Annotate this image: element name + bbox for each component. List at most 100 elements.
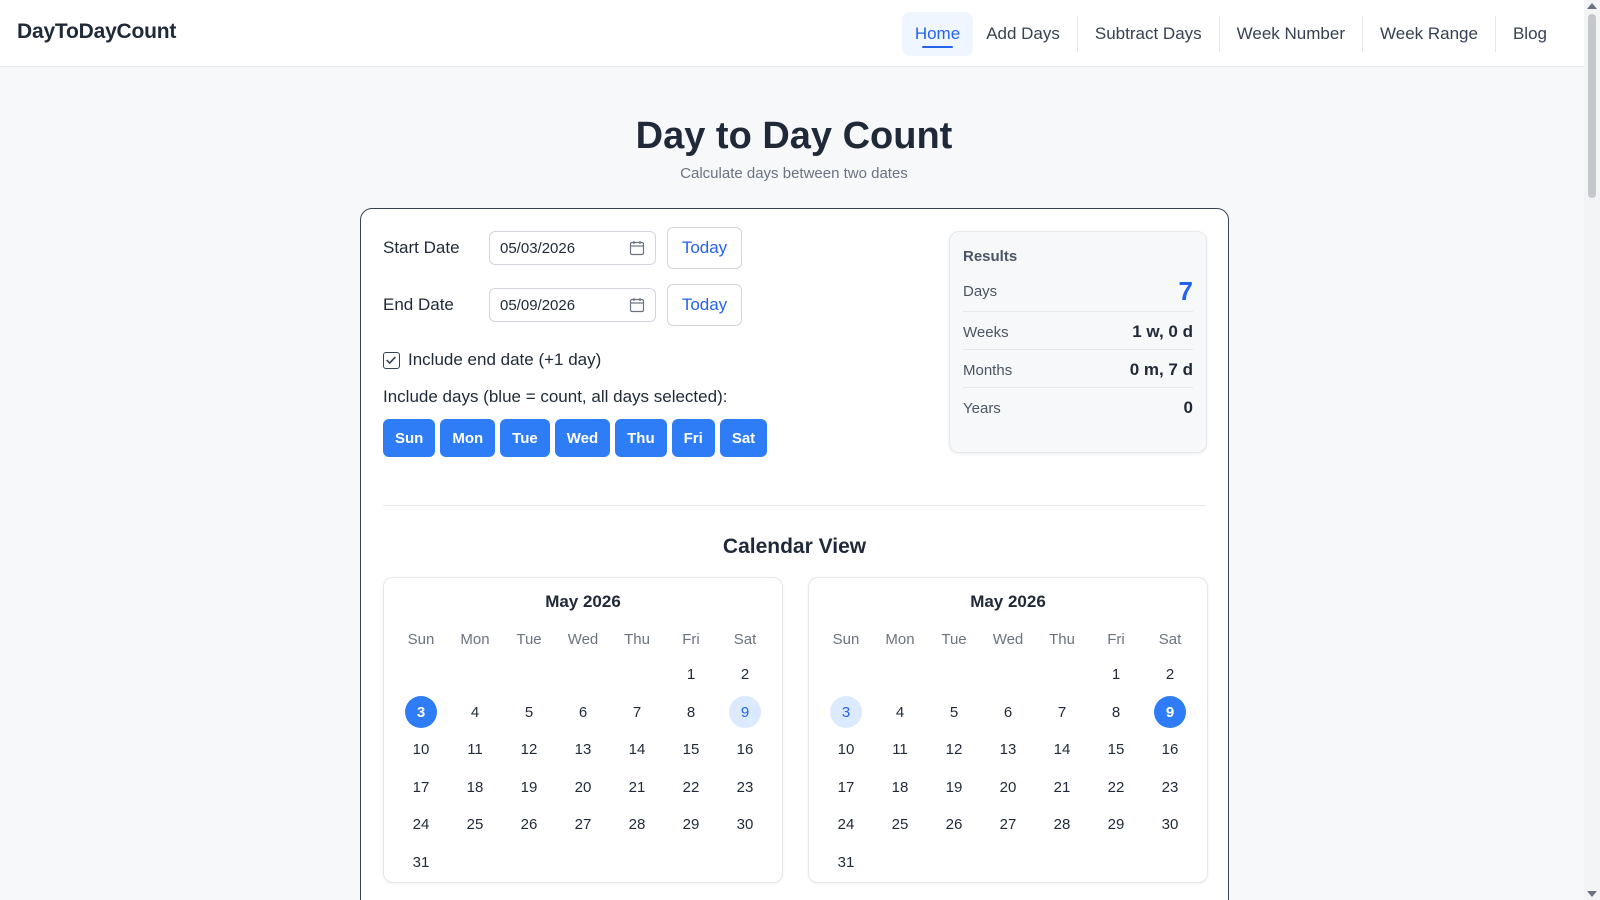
nav-blog[interactable]: Blog xyxy=(1500,12,1560,56)
day-cell[interactable]: 7 xyxy=(610,694,664,732)
day-cell[interactable]: 5 xyxy=(502,694,556,732)
day-cell[interactable]: 1 xyxy=(664,656,718,694)
start-today-button[interactable]: Today xyxy=(667,227,742,269)
day-cell[interactable]: 22 xyxy=(1089,769,1143,807)
day-cell[interactable]: 24 xyxy=(394,806,448,844)
calendar-icon[interactable] xyxy=(629,297,645,313)
day-cell[interactable]: 10 xyxy=(819,731,873,769)
day-cell[interactable]: 10 xyxy=(394,731,448,769)
start-date-label: Start Date xyxy=(383,238,460,257)
weekday-chip-tue[interactable]: Tue xyxy=(500,419,550,457)
day-cell[interactable]: 19 xyxy=(502,769,556,807)
day-cell[interactable]: 3 xyxy=(819,694,873,732)
day-cell[interactable]: 29 xyxy=(1089,806,1143,844)
brand-logo[interactable]: DayToDayCount xyxy=(17,20,176,44)
day-cell[interactable]: 26 xyxy=(927,806,981,844)
day-cell[interactable]: 12 xyxy=(502,731,556,769)
day-cell[interactable]: 21 xyxy=(1035,769,1089,807)
day-cell[interactable]: 16 xyxy=(718,731,772,769)
include-end-date-label[interactable]: Include end date (+1 day) xyxy=(408,350,601,370)
weekday-chip-fri[interactable]: Fri xyxy=(671,419,715,457)
empty-day-cell xyxy=(873,656,927,694)
day-cell[interactable]: 30 xyxy=(718,806,772,844)
selected-day-cell[interactable]: 9 xyxy=(1143,694,1197,732)
day-cell[interactable]: 11 xyxy=(448,731,502,769)
day-cell[interactable]: 15 xyxy=(1089,731,1143,769)
day-cell[interactable]: 14 xyxy=(1035,731,1089,769)
include-end-date-checkbox[interactable] xyxy=(383,352,400,369)
result-row-years: Years 0 xyxy=(963,392,1193,424)
weekday-header: Tue xyxy=(941,630,967,648)
scroll-thumb[interactable] xyxy=(1588,14,1596,198)
nav-separator xyxy=(1076,16,1078,52)
day-cell[interactable]: 14 xyxy=(610,731,664,769)
day-cell[interactable]: 28 xyxy=(610,806,664,844)
weekday-chip-wed[interactable]: Wed xyxy=(554,419,611,457)
day-cell[interactable]: 30 xyxy=(1143,806,1197,844)
day-cell[interactable]: 26 xyxy=(502,806,556,844)
day-cell[interactable]: 8 xyxy=(664,694,718,732)
day-cell[interactable]: 12 xyxy=(927,731,981,769)
day-cell[interactable]: 20 xyxy=(556,769,610,807)
day-cell[interactable]: 6 xyxy=(556,694,610,732)
day-cell[interactable]: 17 xyxy=(819,769,873,807)
day-cell[interactable]: 28 xyxy=(1035,806,1089,844)
start-date-input[interactable]: 05/03/2026 xyxy=(489,231,656,265)
results-panel: Results Days 7 Weeks 1 w, 0 d Months 0 m… xyxy=(949,231,1207,453)
day-cell[interactable]: 24 xyxy=(819,806,873,844)
day-cell[interactable]: 31 xyxy=(819,844,873,882)
nav-home[interactable]: Home xyxy=(901,12,974,56)
nav-subtract-days[interactable]: Subtract Days xyxy=(1082,12,1215,56)
result-weeks-value: 1 w, 0 d xyxy=(1132,322,1193,341)
day-cell[interactable]: 1 xyxy=(1089,656,1143,694)
day-cell[interactable]: 27 xyxy=(556,806,610,844)
calendar-grid: Sun Mon Tue Wed Thu Fri Sat 1 2 3 4 5 6 7 8 9 10 11 12 13 14… xyxy=(394,622,772,881)
day-cell[interactable]: 20 xyxy=(981,769,1035,807)
day-cell[interactable]: 25 xyxy=(873,806,927,844)
day-cell[interactable]: 23 xyxy=(1143,769,1197,807)
nav-week-number[interactable]: Week Number xyxy=(1224,12,1358,56)
day-cell[interactable]: 7 xyxy=(1035,694,1089,732)
result-months-value: 0 m, 7 d xyxy=(1129,360,1193,379)
day-cell[interactable]: 18 xyxy=(873,769,927,807)
weekday-chip-thu[interactable]: Thu xyxy=(615,419,667,457)
day-cell[interactable]: 29 xyxy=(664,806,718,844)
weekday-header: Fri xyxy=(1107,630,1125,648)
end-today-button[interactable]: Today xyxy=(667,284,742,326)
weekday-header: Tue xyxy=(516,630,542,648)
day-cell[interactable]: 2 xyxy=(718,656,772,694)
day-cell[interactable]: 6 xyxy=(981,694,1035,732)
day-cell[interactable]: 31 xyxy=(394,844,448,882)
day-cell[interactable]: 22 xyxy=(664,769,718,807)
day-cell[interactable]: 15 xyxy=(664,731,718,769)
day-cell[interactable]: 5 xyxy=(927,694,981,732)
day-cell[interactable]: 9 xyxy=(718,694,772,732)
day-cell[interactable]: 8 xyxy=(1089,694,1143,732)
day-cell[interactable]: 4 xyxy=(873,694,927,732)
day-cell[interactable]: 16 xyxy=(1143,731,1197,769)
scroll-down-arrow-icon[interactable] xyxy=(1587,891,1597,897)
day-cell[interactable]: 18 xyxy=(448,769,502,807)
checkmark-icon xyxy=(386,356,396,365)
day-cell[interactable]: 13 xyxy=(981,731,1035,769)
day-cell[interactable]: 4 xyxy=(448,694,502,732)
end-date-input[interactable]: 05/09/2026 xyxy=(489,288,656,322)
scroll-up-arrow-icon[interactable] xyxy=(1587,3,1597,9)
nav-add-days[interactable]: Add Days xyxy=(973,12,1073,56)
day-cell[interactable]: 23 xyxy=(718,769,772,807)
day-cell[interactable]: 25 xyxy=(448,806,502,844)
day-cell[interactable]: 13 xyxy=(556,731,610,769)
calendar-icon[interactable] xyxy=(629,240,645,256)
day-cell[interactable]: 21 xyxy=(610,769,664,807)
weekday-chip-sat[interactable]: Sat xyxy=(719,419,768,457)
day-cell[interactable]: 17 xyxy=(394,769,448,807)
nav-week-range[interactable]: Week Range xyxy=(1367,12,1491,56)
weekday-chip-mon[interactable]: Mon xyxy=(440,419,496,457)
selected-day-cell[interactable]: 3 xyxy=(394,694,448,732)
day-cell[interactable]: 27 xyxy=(981,806,1035,844)
day-cell[interactable]: 19 xyxy=(927,769,981,807)
day-cell[interactable]: 11 xyxy=(873,731,927,769)
weekday-chip-sun[interactable]: Sun xyxy=(383,419,436,457)
day-cell[interactable]: 2 xyxy=(1143,656,1197,694)
top-nav-bar: DayToDayCount Home Add Days Subtract Day… xyxy=(0,0,1584,67)
